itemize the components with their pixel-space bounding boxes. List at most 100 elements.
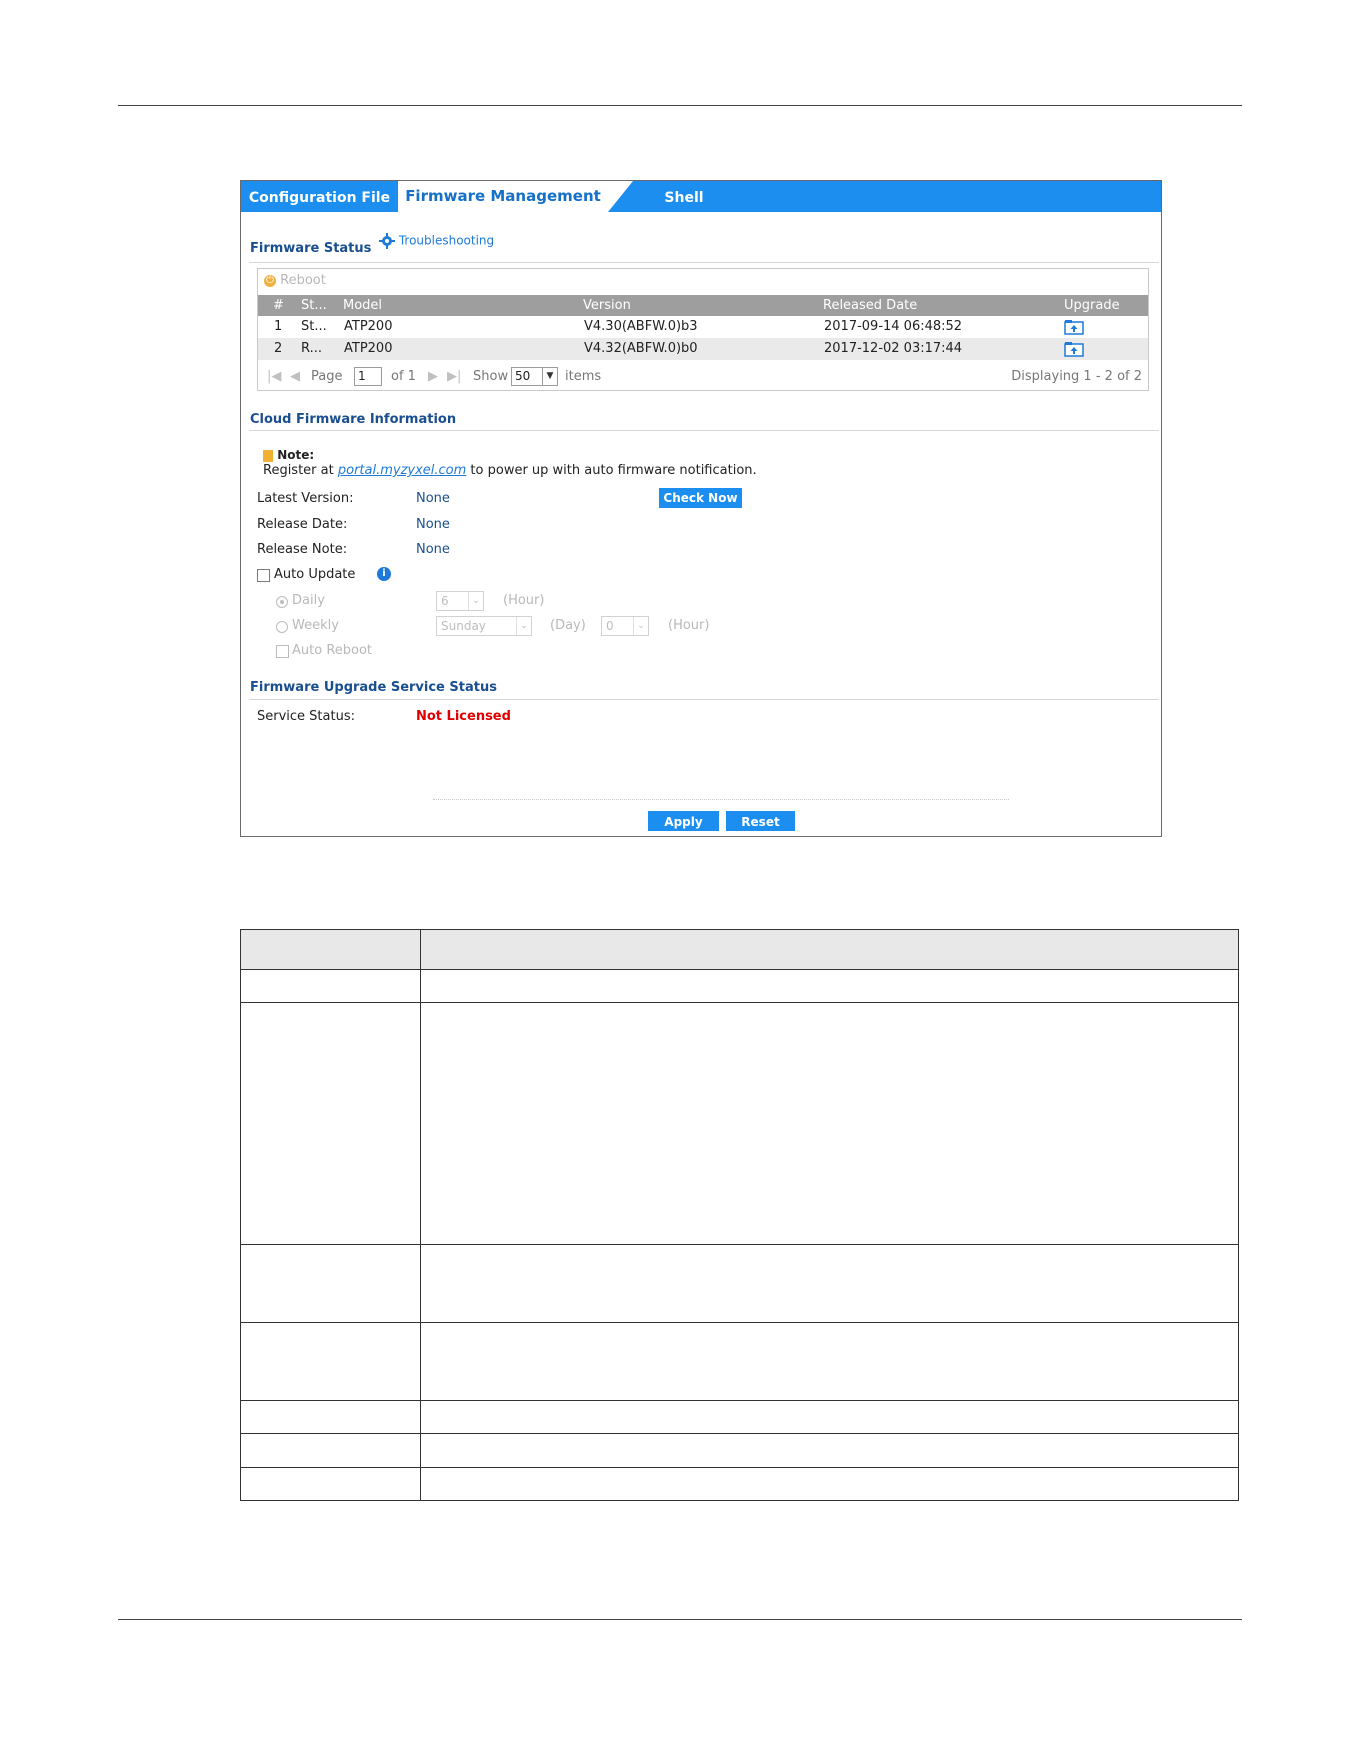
tab-notch — [608, 181, 633, 212]
firmware-status-title: Firmware Status — [250, 241, 372, 256]
description-table — [240, 929, 1239, 1501]
troubleshooting-label: Troubleshooting — [398, 233, 495, 248]
col-upgrade[interactable]: Upgrade — [1064, 298, 1120, 313]
daily-hour-unit: (Hour) — [503, 593, 545, 608]
weekly-day-value: Sunday — [441, 619, 486, 633]
row-num: 1 — [274, 319, 283, 334]
note-text: Register at portal.myzyxel.com to power … — [263, 463, 757, 478]
table-row — [241, 1322, 1238, 1323]
tab-firmware-management[interactable]: Firmware Management — [398, 181, 608, 212]
weekly-day-unit: (Day) — [550, 618, 586, 633]
tab-bar: Configuration File Firmware Management S… — [241, 181, 1161, 240]
upgrade-icon[interactable] — [1064, 319, 1084, 335]
daily-hour-select[interactable]: 6 ⌄ — [436, 591, 484, 611]
col-released-date[interactable]: Released Date — [823, 298, 917, 313]
reboot-label: Reboot — [280, 273, 326, 288]
service-status-title: Firmware Upgrade Service Status — [250, 680, 497, 695]
table-row — [241, 1244, 1238, 1245]
of-pages-label: of 1 — [391, 369, 416, 384]
table-row[interactable]: 1 St... ATP200 V4.30(ABFW.0)b3 2017-09-1… — [258, 316, 1148, 338]
table-row — [241, 1467, 1238, 1468]
button-divider — [433, 799, 1009, 800]
service-status-label: Service Status: — [257, 709, 355, 724]
note: Note: — [263, 448, 314, 462]
row-model: ATP200 — [344, 319, 393, 334]
release-note-label: Release Note: — [257, 542, 348, 557]
note-icon — [263, 449, 273, 462]
col-version[interactable]: Version — [583, 298, 631, 313]
portal-link[interactable]: portal.myzyxel.com — [338, 463, 466, 478]
table-header: # St... Model Version Released Date Upgr… — [258, 295, 1148, 316]
auto-update-checkbox[interactable] — [257, 569, 270, 582]
table-row — [241, 1433, 1238, 1434]
row-model: ATP200 — [344, 341, 393, 356]
page-size-select[interactable]: 50 ▼ — [511, 367, 558, 386]
release-note-value: None — [416, 542, 450, 557]
weekly-hour-unit: (Hour) — [668, 618, 710, 633]
divider — [249, 699, 1159, 700]
power-icon: ⏻ — [264, 274, 276, 287]
divider — [249, 262, 1159, 263]
tab-shell-script[interactable]: Shell Script — [639, 181, 729, 240]
service-status-value: Not Licensed — [416, 709, 511, 724]
pager: |◀ ◀ Page 1 of 1 ▶ ▶| Show 50 ▼ items Di… — [258, 366, 1148, 388]
troubleshooting-link[interactable]: Troubleshooting — [379, 233, 494, 249]
col-model[interactable]: Model — [343, 298, 382, 313]
weekly-hour-value: 0 — [606, 619, 614, 633]
first-page-icon[interactable]: |◀ — [267, 369, 281, 384]
last-page-icon[interactable]: ▶| — [447, 369, 461, 384]
upgrade-icon[interactable] — [1064, 341, 1084, 357]
weekly-hour-select[interactable]: 0 ⌄ — [601, 616, 649, 636]
auto-reboot-label: Auto Reboot — [292, 643, 373, 658]
tab-configuration-file[interactable]: Configuration File — [241, 181, 398, 212]
info-icon[interactable]: i — [377, 567, 391, 581]
note-suffix: to power up with auto firmware notificat… — [466, 463, 757, 478]
gear-icon — [379, 233, 395, 249]
row-version: V4.30(ABFW.0)b3 — [584, 319, 698, 334]
col-status[interactable]: St... — [301, 298, 327, 313]
chevron-down-icon: ⌄ — [633, 617, 648, 635]
page-input[interactable]: 1 — [354, 367, 382, 386]
page-value: 1 — [358, 369, 366, 383]
firmware-management-screen: Configuration File Firmware Management S… — [240, 180, 1162, 837]
row-date: 2017-09-14 06:48:52 — [824, 319, 963, 334]
footer-rule — [118, 1619, 1242, 1620]
release-date-label: Release Date: — [257, 517, 348, 532]
chevron-down-icon: ⌄ — [516, 617, 531, 635]
table-row — [241, 969, 1238, 970]
auto-reboot-checkbox[interactable] — [276, 645, 289, 658]
row-version: V4.32(ABFW.0)b0 — [584, 341, 698, 356]
daily-label: Daily — [292, 593, 325, 608]
latest-version-value: None — [416, 491, 450, 506]
page-label: Page — [311, 369, 343, 384]
weekly-day-select[interactable]: Sunday ⌄ — [436, 616, 532, 636]
apply-button[interactable]: Apply — [648, 811, 719, 831]
items-label: items — [565, 369, 602, 384]
table-row[interactable]: 2 R... ATP200 V4.32(ABFW.0)b0 2017-12-02… — [258, 338, 1148, 360]
col-num[interactable]: # — [273, 298, 284, 313]
table-row — [241, 1002, 1238, 1003]
chevron-down-icon: ⌄ — [468, 592, 483, 610]
table-header-row — [241, 930, 1238, 969]
release-date-value: None — [416, 517, 450, 532]
divider — [249, 430, 1159, 431]
cloud-firmware-title: Cloud Firmware Information — [250, 412, 457, 427]
daily-radio[interactable] — [276, 596, 288, 608]
weekly-radio[interactable] — [276, 621, 288, 633]
check-now-button[interactable]: Check Now — [659, 488, 742, 508]
weekly-label: Weekly — [292, 618, 339, 633]
table-row — [241, 1400, 1238, 1401]
next-page-icon[interactable]: ▶ — [428, 369, 438, 384]
auto-update-label: Auto Update — [274, 567, 356, 582]
note-prefix: Register at — [263, 463, 338, 478]
prev-page-icon[interactable]: ◀ — [290, 369, 300, 384]
page-size-value: 50 — [515, 369, 531, 383]
reboot-button[interactable]: ⏻ Reboot — [264, 273, 326, 288]
latest-version-label: Latest Version: — [257, 491, 354, 506]
row-date: 2017-12-02 03:17:44 — [824, 341, 963, 356]
daily-hour-value: 6 — [441, 594, 449, 608]
row-num: 2 — [274, 341, 283, 356]
column-divider — [420, 930, 421, 1500]
reset-button[interactable]: Reset — [726, 811, 795, 831]
chevron-down-icon: ▼ — [542, 368, 557, 385]
